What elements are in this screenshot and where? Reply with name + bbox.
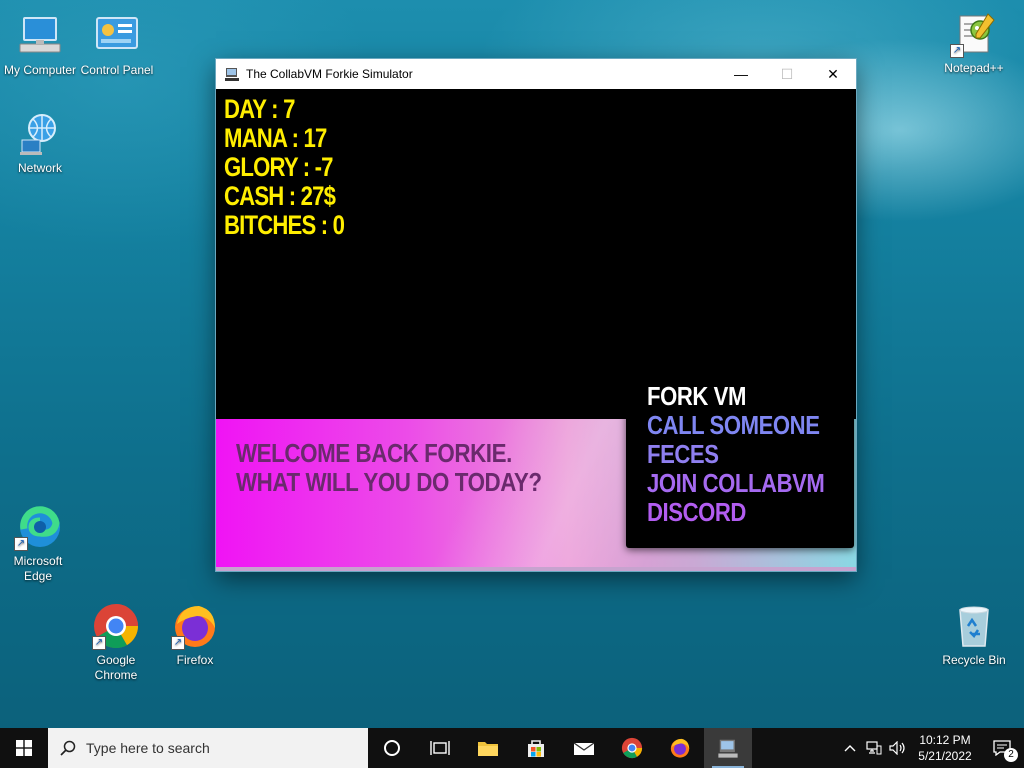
minimize-button[interactable]: —: [718, 59, 764, 89]
speaker-icon: [889, 741, 905, 755]
menu-item-call-someone[interactable]: CALL SOMEONE: [647, 411, 820, 440]
task-view-button[interactable]: [416, 728, 464, 768]
banner-bottom-strip: [216, 567, 856, 571]
firefox-icon: [670, 738, 690, 758]
welcome-line-2: WHAT WILL YOU DO TODAY?: [236, 467, 542, 497]
desktop-icon-recycle-bin[interactable]: Recycle Bin: [934, 602, 1014, 668]
search-icon: [60, 740, 76, 756]
mail-icon: [573, 742, 595, 755]
menu-item-join-collabvm[interactable]: JOIN COLLABVM: [647, 469, 825, 498]
task-view-icon: [430, 741, 450, 755]
taskbar-chrome[interactable]: [608, 728, 656, 768]
desktop-icon-label: Microsoft Edge: [13, 554, 63, 583]
desktop-icon-edge[interactable]: ↗ Microsoft Edge: [0, 503, 78, 584]
computer-icon: [16, 12, 64, 60]
control-panel-icon: [93, 12, 141, 60]
stats-panel: DAY : 7 MANA : 17 GLORY : -7 CASH : 27$ …: [224, 95, 371, 240]
search-placeholder: Type here to search: [86, 740, 210, 756]
taskbar-file-explorer[interactable]: [464, 728, 512, 768]
welcome-message: WELCOME BACK FORKIE. WHAT WILL YOU DO TO…: [236, 439, 542, 497]
edge-icon: ↗: [14, 503, 62, 551]
collabvm-app-icon: [225, 68, 239, 81]
menu-item-discord[interactable]: DISCORD: [647, 498, 746, 527]
window-title: The CollabVM Forkie Simulator: [246, 67, 413, 81]
folder-icon: [478, 742, 498, 756]
shortcut-arrow-icon: ↗: [92, 636, 106, 650]
network-tray-icon: [866, 741, 882, 755]
start-button[interactable]: [0, 728, 48, 768]
window-titlebar[interactable]: The CollabVM Forkie Simulator — ☐ ✕: [216, 59, 856, 89]
menu-item-feces[interactable]: FECES: [647, 440, 719, 469]
taskbar: Type here to search 10:12 PM 5/21/2022 2: [0, 728, 1024, 768]
firefox-icon: ↗: [171, 602, 219, 650]
shortcut-arrow-icon: ↗: [14, 537, 28, 551]
desktop-icon-chrome[interactable]: ↗ Google Chrome: [76, 602, 156, 683]
stat-glory: GLORY : -7: [224, 152, 333, 182]
clock-date: 5/21/2022: [918, 749, 972, 763]
taskbar-store[interactable]: [512, 728, 560, 768]
desktop-icon-label: Recycle Bin: [942, 653, 1006, 667]
taskbar-clock[interactable]: 10:12 PM 5/21/2022: [910, 732, 980, 764]
menu-item-fork-vm[interactable]: FORK VM: [647, 382, 746, 411]
stat-bitches: BITCHES : 0: [224, 210, 345, 240]
welcome-line-1: WELCOME BACK FORKIE.: [236, 438, 512, 468]
action-menu: FORK VM CALL SOMEONE FECES JOIN COLLABVM…: [626, 362, 854, 548]
system-tray: 10:12 PM 5/21/2022 2: [838, 728, 1024, 768]
desktop-icon-control-panel[interactable]: Control Panel: [77, 12, 157, 78]
game-canvas: DAY : 7 MANA : 17 GLORY : -7 CASH : 27$ …: [216, 89, 856, 571]
taskbar-search-box[interactable]: Type here to search: [48, 728, 368, 768]
desktop-icon-label: My Computer: [3, 63, 77, 77]
clock-time: 10:12 PM: [919, 733, 971, 747]
taskbar-mail[interactable]: [560, 728, 608, 768]
chrome-icon: ↗: [92, 602, 140, 650]
windows-logo-icon: [16, 740, 32, 756]
show-hidden-icons-button[interactable]: [838, 728, 862, 768]
notepad-plus-plus-icon: ↗: [950, 10, 998, 58]
recycle-bin-icon: [950, 602, 998, 650]
window-controls: — ☐ ✕: [718, 59, 856, 89]
desktop-icon-network[interactable]: Network: [0, 110, 80, 176]
chevron-up-icon: [844, 745, 856, 752]
shortcut-arrow-icon: ↗: [171, 636, 185, 650]
cortana-button[interactable]: [368, 728, 416, 768]
app-window: The CollabVM Forkie Simulator — ☐ ✕ DAY …: [216, 59, 856, 571]
desktop-icon-firefox[interactable]: ↗ Firefox: [155, 602, 235, 668]
stat-day: DAY : 7: [224, 94, 295, 124]
desktop-icon-label: Network: [17, 161, 62, 175]
volume-tray-button[interactable]: [886, 728, 910, 768]
collabvm-app-icon: [718, 739, 738, 758]
desktop-icon-label: Control Panel: [80, 63, 154, 77]
action-center-button[interactable]: 2: [980, 728, 1024, 768]
network-tray-button[interactable]: [862, 728, 886, 768]
shortcut-arrow-icon: ↗: [950, 44, 964, 58]
stat-mana: MANA : 17: [224, 123, 327, 153]
maximize-button[interactable]: ☐: [764, 59, 810, 89]
network-icon: [16, 110, 64, 158]
taskbar-forkie-simulator[interactable]: [704, 728, 752, 768]
taskbar-firefox[interactable]: [656, 728, 704, 768]
notification-count-badge: 2: [1004, 748, 1018, 762]
close-button[interactable]: ✕: [810, 59, 856, 89]
desktop-icon-label: Notepad++: [944, 61, 1004, 75]
desktop-icon-label: Google Chrome: [94, 653, 138, 682]
desktop-icon-my-computer[interactable]: My Computer: [0, 12, 80, 78]
cortana-circle-icon: [384, 740, 400, 756]
desktop-icon-label: Firefox: [176, 653, 214, 667]
desktop-icon-notepad[interactable]: ↗ Notepad++: [934, 10, 1014, 76]
store-bag-icon: [528, 740, 544, 757]
stat-cash: CASH : 27$: [224, 181, 336, 211]
chrome-icon: [621, 737, 643, 759]
